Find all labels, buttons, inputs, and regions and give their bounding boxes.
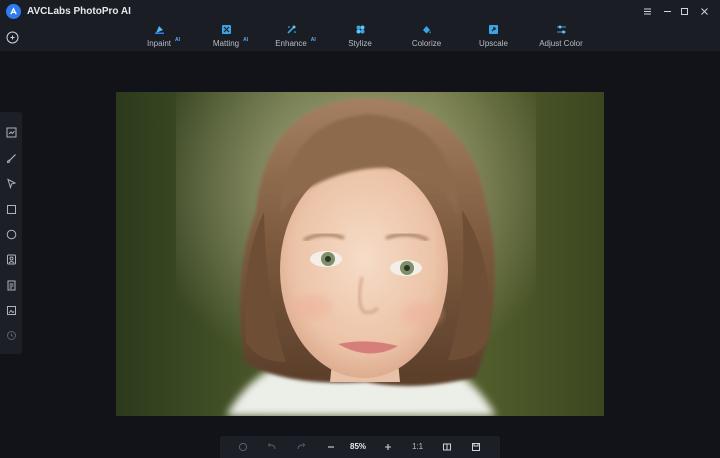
tool-matting[interactable]: Matting AI <box>208 24 248 51</box>
zoom-out-icon[interactable] <box>325 441 337 453</box>
brush-icon[interactable] <box>5 152 17 164</box>
enhance-icon <box>286 24 297 35</box>
inpaint-icon <box>154 24 165 35</box>
tool-label: Adjust Color <box>539 39 583 48</box>
matting-icon <box>221 24 232 35</box>
actual-size-button[interactable]: 1:1 <box>412 442 423 451</box>
left-tool-panel <box>0 112 22 354</box>
ai-badge: AI <box>243 37 249 43</box>
photo-canvas[interactable] <box>116 92 604 416</box>
maximize-icon[interactable] <box>677 4 691 18</box>
document-icon[interactable] <box>5 279 17 291</box>
zoom-level: 85% <box>350 442 367 451</box>
save-icon[interactable] <box>470 441 482 453</box>
tool-label: Colorize <box>411 39 442 48</box>
app-title: AVCLabs PhotoPro AI <box>27 6 131 17</box>
tool-label: Stylize <box>348 39 372 48</box>
tool-adjust-color[interactable]: Adjust Color <box>538 24 584 51</box>
ai-badge: AI <box>175 37 181 43</box>
close-icon[interactable] <box>697 4 711 18</box>
tool-label: Inpaint <box>146 39 172 48</box>
compare-icon[interactable] <box>5 126 17 138</box>
image-select-icon[interactable] <box>5 304 17 316</box>
tool-label: Enhance <box>275 39 307 48</box>
stylize-icon <box>355 24 366 35</box>
tool-colorize[interactable]: Colorize <box>411 24 442 51</box>
history-icon[interactable] <box>5 329 17 341</box>
ai-badge: AI <box>310 37 316 43</box>
tool-label: Upscale <box>479 39 508 48</box>
colorize-icon <box>421 24 432 35</box>
title-bar: AVCLabs PhotoPro AI <box>0 0 720 24</box>
redo-icon[interactable] <box>295 441 307 453</box>
tool-enhance[interactable]: Enhance AI <box>273 24 316 51</box>
pointer-icon[interactable] <box>5 177 17 189</box>
tool-upscale[interactable]: Upscale <box>478 24 509 51</box>
open-file-button[interactable] <box>6 31 20 45</box>
app-logo <box>6 4 21 19</box>
portrait-photo <box>116 92 604 416</box>
tool-inpaint[interactable]: Inpaint AI <box>142 24 180 51</box>
undo-icon[interactable] <box>266 441 278 453</box>
reset-icon[interactable] <box>237 441 249 453</box>
split-view-icon[interactable] <box>441 441 453 453</box>
upscale-icon <box>488 24 499 35</box>
bottom-controls: 85% 1:1 <box>220 436 500 458</box>
portrait-select-icon[interactable] <box>5 253 17 265</box>
menu-icon[interactable] <box>640 4 654 18</box>
tool-stylize[interactable]: Stylize <box>347 24 373 51</box>
rectangle-icon[interactable] <box>5 203 17 215</box>
zoom-in-icon[interactable] <box>382 441 394 453</box>
minimize-icon[interactable] <box>660 4 674 18</box>
tool-label: Matting <box>212 39 240 48</box>
main-toolbar: Inpaint AI Matting AI Enhance AI Stylize Co… <box>0 24 720 51</box>
ellipse-icon[interactable] <box>5 228 17 240</box>
adjust-color-icon <box>556 24 567 35</box>
